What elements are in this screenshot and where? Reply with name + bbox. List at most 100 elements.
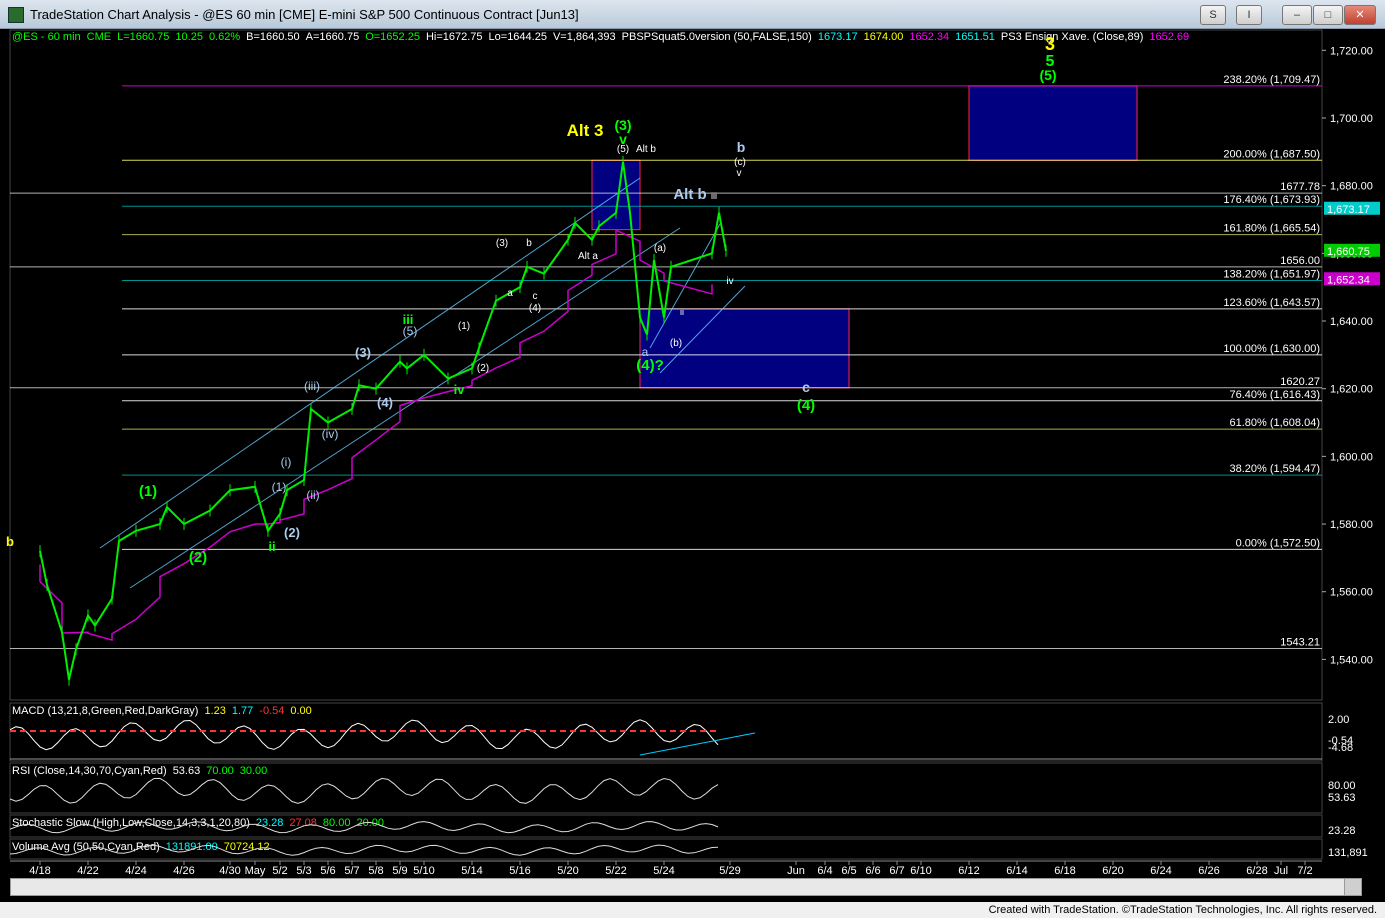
header-field-6: A=1660.75 <box>306 31 360 43</box>
moving-average-line <box>39 228 713 642</box>
header-field-17: 1652.69 <box>1149 31 1189 43</box>
wave-label-19: (4)? <box>636 357 664 374</box>
wave-label-33: iv <box>454 382 466 397</box>
x-tick-label-21: 6/5 <box>841 865 856 877</box>
rsi-tick-0: 80.00 <box>1328 780 1356 792</box>
x-tick-label-8: 5/6 <box>320 865 335 877</box>
wave-labels: 35(5)Alt 3 (3)v(5) Alt b b(c)vAlt b iiiAlt a… <box>6 34 1057 566</box>
header-field-11: PBSPSquat5.0version (50,FALSE,150) <box>622 31 812 43</box>
channel-line-1 <box>129 227 681 589</box>
s-menu-button[interactable]: S <box>1200 5 1226 25</box>
x-tick-label-33: 7/2 <box>1297 865 1312 877</box>
x-tick-label-1: 4/22 <box>77 865 98 877</box>
x-tick-label-20: 6/4 <box>817 865 832 877</box>
x-tick-label-32: Jul <box>1274 865 1288 877</box>
header-field-13: 1674.00 <box>864 31 904 43</box>
x-tick-label-6: 5/2 <box>272 865 287 877</box>
fib-label-2: 176.40% (1,673.93) <box>1223 194 1320 206</box>
wave-label-24: a <box>507 288 513 299</box>
axis-badge-label-0: 1,673.17 <box>1327 204 1370 216</box>
macd-value-0: 1.23 <box>204 705 225 717</box>
x-tick-label-2: 4/24 <box>125 865 146 877</box>
x-tick-label-26: 6/14 <box>1006 865 1027 877</box>
macd-value-2: -0.54 <box>259 705 284 717</box>
header-field-0: @ES - 60 min <box>12 31 81 43</box>
x-tick-label-28: 6/20 <box>1102 865 1123 877</box>
x-tick-label-9: 5/7 <box>344 865 359 877</box>
x-tick-label-4: 4/30 <box>219 865 240 877</box>
level-label-2: 1620.27 <box>1280 376 1320 388</box>
rsi-trace <box>9 777 719 804</box>
header-field-14: 1652.34 <box>909 31 949 43</box>
header-field-10: V=1,864,393 <box>553 31 616 43</box>
price-chart[interactable]: @ES - 60 min CME L=1660.75 10.25 0.62% B=1660… <box>0 28 1385 878</box>
x-tick-label-5: May <box>245 865 266 877</box>
stoch-title: Stochastic Slow (High,Low,Close,14,3,3,1… <box>12 817 384 829</box>
x-tick-label-7: 5/3 <box>296 865 311 877</box>
wave-label-13: Alt a <box>578 251 598 262</box>
stoch-value-3: 20.00 <box>356 817 384 829</box>
fib-label-6: 100.00% (1,630.00) <box>1223 343 1320 355</box>
x-tick-label-27: 6/18 <box>1054 865 1075 877</box>
wave-label-7: Alt b <box>636 144 656 155</box>
header-field-8: Hi=1672.75 <box>426 31 483 43</box>
level-label-0: 1677.78 <box>1280 181 1320 193</box>
x-tick-label-12: 5/10 <box>413 865 434 877</box>
wave-label-35: (iv) <box>322 427 339 441</box>
macd-title: MACD (13,21,8,Green,Red,DarkGray) 1.23 1.7… <box>12 705 312 717</box>
y-tick-label-9: 1,720.00 <box>1330 45 1373 57</box>
wave-label-6: (5) <box>617 144 629 155</box>
indicator-panes: MACD (13,21,8,Green,Red,DarkGray) 1.23 1.7… <box>9 702 1368 860</box>
x-tick-label-14: 5/16 <box>509 865 530 877</box>
rsi-tick-1: 53.63 <box>1328 792 1356 804</box>
x-tick-label-24: 6/10 <box>910 865 931 877</box>
wave-label-17: (b) <box>670 338 682 349</box>
macd-name: MACD (13,21,8,Green,Red,DarkGray) <box>12 705 198 717</box>
rsi-value-1: 70.00 <box>206 765 234 777</box>
header-field-12: 1673.17 <box>818 31 858 43</box>
header-field-16: PS3 Ensign Xave. (Close,89) <box>1001 31 1143 43</box>
wave-label-38: (1) <box>272 480 287 494</box>
wave-label-27: (1) <box>458 321 470 332</box>
horizontal-scrollbar[interactable] <box>10 878 1362 896</box>
channel-line-0 <box>99 177 641 549</box>
x-tick-label-19: Jun <box>787 865 805 877</box>
wave-label-41: (1) <box>139 483 157 500</box>
volume-name: Volume Avg (50,50,Cyan,Red) <box>12 841 160 853</box>
chart-header-line: @ES - 60 min CME L=1660.75 10.25 0.62% B=1660… <box>12 31 1189 43</box>
y-tick-label-2: 1,580.00 <box>1330 519 1373 531</box>
price-series-line <box>39 161 727 680</box>
wave-label-2: (5) <box>1039 67 1056 83</box>
x-tick-label-11: 5/9 <box>392 865 407 877</box>
header-field-4: 0.62% <box>209 31 240 43</box>
macd-tick-2: -4.68 <box>1328 742 1353 754</box>
header-field-3: 10.25 <box>175 31 203 43</box>
x-tick-label-0: 4/18 <box>29 865 50 877</box>
y-tick-label-7: 1,680.00 <box>1330 181 1373 193</box>
minimize-button[interactable]: – <box>1282 5 1312 25</box>
fib-label-0: 238.20% (1,709.47) <box>1223 74 1320 86</box>
wave-label-43: b <box>6 534 14 549</box>
x-tick-label-29: 6/24 <box>1150 865 1171 877</box>
rsi-value-0: 53.63 <box>173 765 201 777</box>
y-tick-label-4: 1,620.00 <box>1330 384 1373 396</box>
macd-tick-0: 2.00 <box>1328 714 1349 726</box>
rsi-name: RSI (Close,14,30,70,Cyan,Red) <box>12 765 167 777</box>
scroll-right-arrow[interactable] <box>1344 879 1361 895</box>
wave-label-8: b <box>737 139 746 155</box>
x-axis: 4/18 4/22 4/24 4/26 4/30 May 5/2 5/3 5/6 5/7 5/8 5/… <box>10 860 1322 877</box>
x-tick-label-13: 5/14 <box>461 865 482 877</box>
wave-label-30: (5) <box>403 324 418 338</box>
i-menu-button[interactable]: I <box>1236 5 1262 25</box>
fib-label-5: 123.60% (1,643.57) <box>1223 297 1320 309</box>
wave-label-42: (2) <box>189 549 207 566</box>
status-footer: Created with TradeStation. ©TradeStation… <box>0 902 1385 918</box>
close-button[interactable]: ✕ <box>1344 5 1376 25</box>
maximize-button[interactable]: □ <box>1313 5 1343 25</box>
wave-label-21: (4) <box>797 397 815 414</box>
wave-label-32: (4) <box>377 395 393 410</box>
x-tick-label-31: 6/28 <box>1246 865 1267 877</box>
header-field-9: Lo=1644.25 <box>489 31 547 43</box>
wave-label-37: (ii) <box>306 488 319 502</box>
stoch-value-2: 80.00 <box>323 817 351 829</box>
